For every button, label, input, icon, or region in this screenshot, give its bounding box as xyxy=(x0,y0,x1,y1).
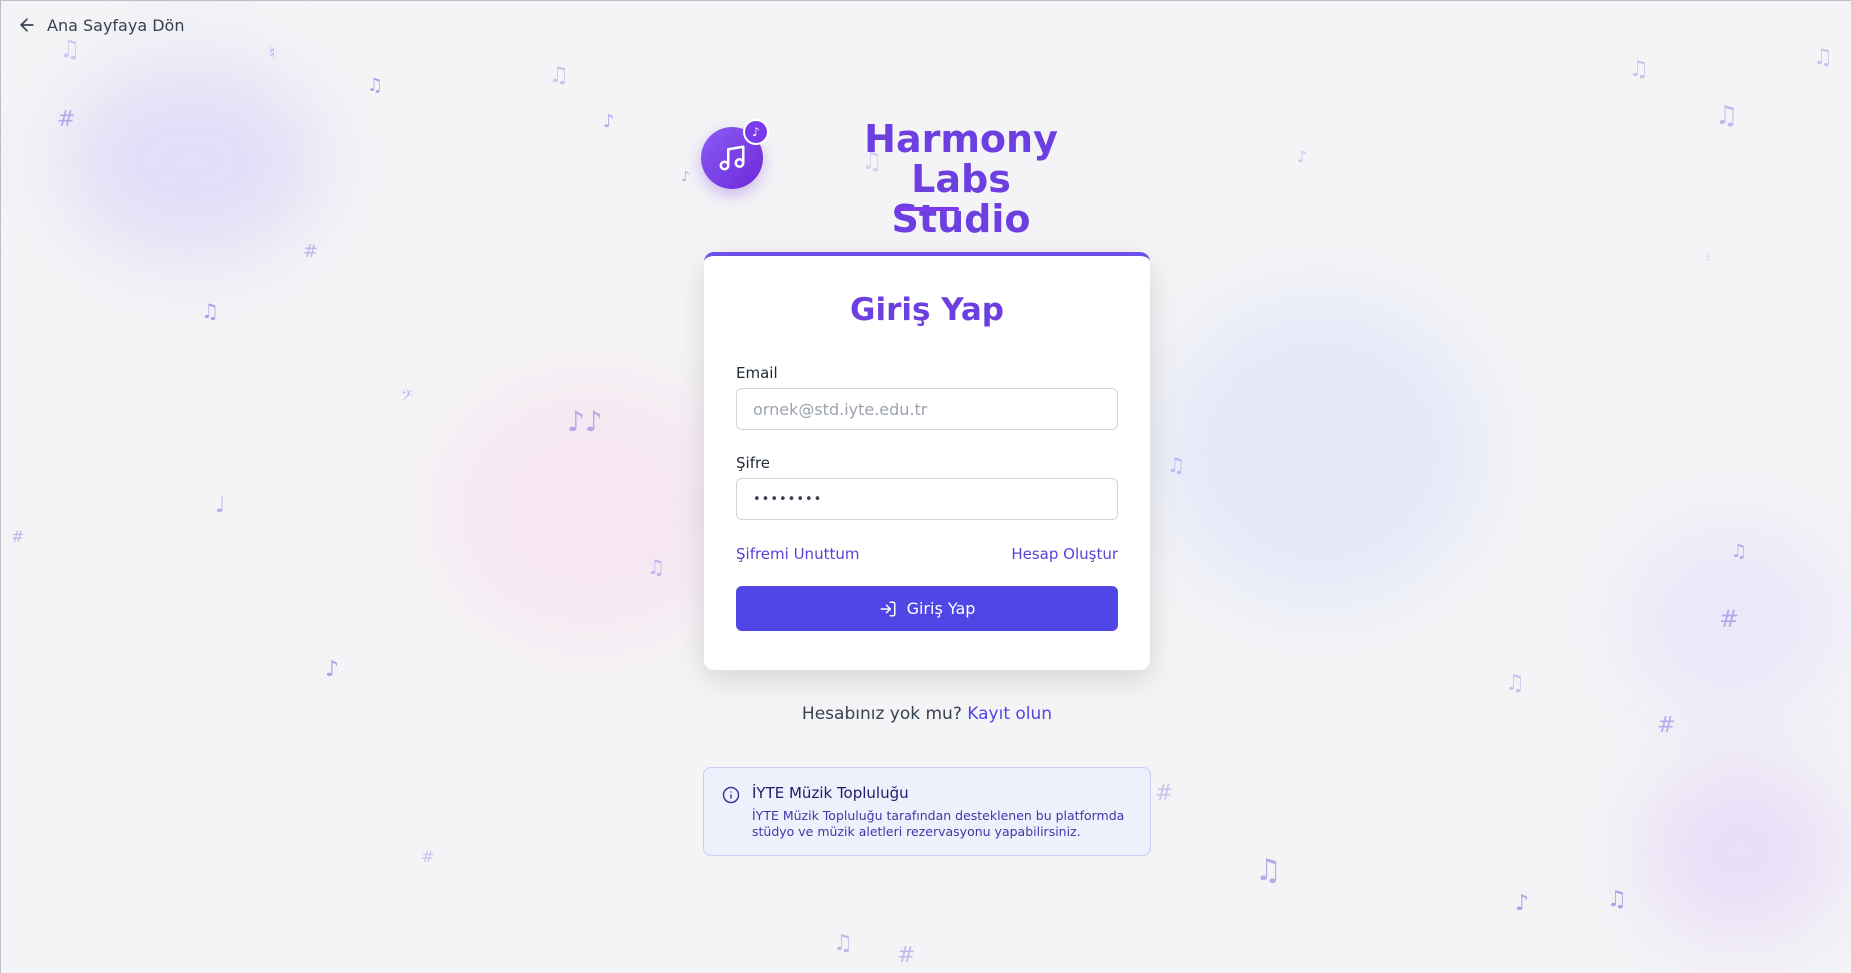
decorative-note-icon: ♩ xyxy=(215,493,226,518)
decorative-note-icon: ♫ xyxy=(1731,541,1748,562)
signup-prompt-text: Hesabınız yok mu? xyxy=(801,704,962,724)
create-account-link[interactable]: Hesap Oluştur xyxy=(1011,545,1118,563)
music-notes-icon xyxy=(719,145,745,171)
info-title: İYTE Müzik Topluluğu xyxy=(752,784,909,802)
decorative-note-icon: ♫ xyxy=(833,931,853,956)
info-box: İYTE Müzik Topluluğu İYTE Müzik Topluluğ… xyxy=(703,767,1151,856)
arrow-left-icon xyxy=(20,18,34,32)
signup-prompt: Hesabınız yok mu? Kayıt olun xyxy=(704,704,1150,724)
decorative-note-icon: ♮ xyxy=(269,43,276,64)
register-link[interactable]: Kayıt olun xyxy=(967,704,1052,724)
email-field[interactable] xyxy=(736,388,1118,430)
decorative-note-icon: ♫ xyxy=(367,75,384,96)
decorative-sharp-icon: # xyxy=(897,943,916,968)
decorative-note-icon: ♫ xyxy=(1607,887,1627,912)
decorative-sharp-icon: # xyxy=(1155,781,1174,806)
decorative-note-icon: ♫ xyxy=(647,555,665,579)
brand-underline xyxy=(895,207,959,211)
decorative-note-icon: ♪ xyxy=(1515,891,1530,916)
background-blob xyxy=(441,381,741,641)
decorative-note-icon: ♪ xyxy=(681,169,690,185)
decorative-note-icon: ♫ xyxy=(1715,101,1739,131)
decorative-note-icon: ♫ xyxy=(1505,671,1525,696)
brand-title-line1: Harmony Labs xyxy=(864,117,1058,201)
decorative-note-icon: ♫ xyxy=(201,299,219,323)
decorative-note-icon: ♪ xyxy=(1297,147,1308,166)
decorative-note-icon: ♫ xyxy=(1255,853,1282,888)
decorative-note-icon: ♪ xyxy=(325,657,340,682)
email-label: Email xyxy=(736,364,778,382)
brand-title: Harmony Labs Studio xyxy=(811,119,1111,239)
info-icon xyxy=(722,786,740,804)
decorative-note-icon: ♮ xyxy=(1705,249,1711,268)
background-blob xyxy=(61,61,321,261)
background-blob xyxy=(1161,301,1481,601)
decorative-sharp-icon: # xyxy=(57,107,76,132)
decorative-note-icon: ♫ xyxy=(1167,453,1185,477)
brand-title-line2: Studio xyxy=(891,197,1031,241)
login-card: Giriş Yap Email Şifre Şifremi Unuttum He… xyxy=(704,252,1150,670)
login-submit-button[interactable]: Giriş Yap xyxy=(736,586,1118,631)
login-submit-label: Giriş Yap xyxy=(906,599,976,618)
background-blob xyxy=(1621,521,1841,721)
back-to-home-link[interactable]: Ana Sayfaya Dön xyxy=(17,15,184,35)
background-blob xyxy=(1641,761,1841,941)
decorative-note-icon: ♫ xyxy=(1629,57,1649,82)
decorative-note-icon: ♫ xyxy=(549,63,569,88)
decorative-sharp-icon: # xyxy=(421,847,435,866)
login-icon xyxy=(880,601,896,616)
back-link-label: Ana Sayfaya Dön xyxy=(47,15,185,35)
decorative-sharp-icon: # xyxy=(303,241,319,262)
info-text: İYTE Müzik Topluluğu tarafından destekle… xyxy=(752,808,1125,839)
password-field[interactable] xyxy=(736,478,1118,520)
decorative-note-icon: ♪ xyxy=(603,111,615,132)
forgot-password-link[interactable]: Şifremi Unuttum xyxy=(736,545,859,563)
brand-header: ♪ Harmony Labs Studio xyxy=(701,119,1201,239)
decorative-note-icon: ♪♪ xyxy=(567,405,603,438)
login-heading: Giriş Yap xyxy=(850,292,1004,328)
decorative-note-icon: ♫ xyxy=(59,35,81,63)
decorative-note-icon: ♫ xyxy=(1813,45,1833,70)
decorative-sharp-icon: # xyxy=(11,527,25,546)
decorative-note-icon: 𝄢 xyxy=(401,387,413,408)
password-label: Şifre xyxy=(736,454,771,472)
decorative-sharp-icon: # xyxy=(1719,605,1740,633)
decorative-sharp-icon: # xyxy=(1657,713,1676,738)
logo-badge: ♪ xyxy=(743,119,769,145)
